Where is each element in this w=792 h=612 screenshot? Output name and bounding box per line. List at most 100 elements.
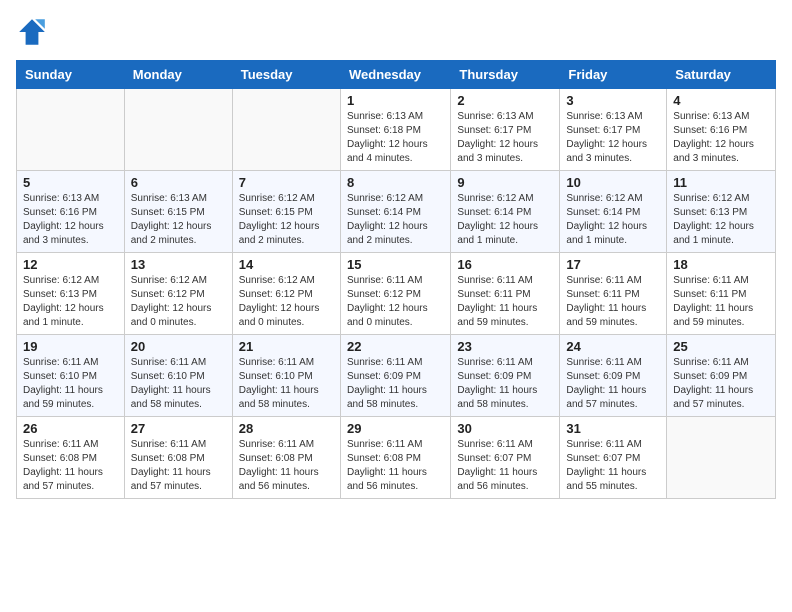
calendar-cell (232, 89, 340, 171)
day-number: 12 (23, 257, 118, 272)
day-number: 15 (347, 257, 444, 272)
calendar-cell: 18 Sunrise: 6:11 AM Sunset: 6:11 PM Dayli… (667, 253, 776, 335)
calendar-week-row: 26 Sunrise: 6:11 AM Sunset: 6:08 PM Dayli… (17, 417, 776, 499)
day-info: Sunrise: 6:12 AM Sunset: 6:14 PM Dayligh… (457, 192, 553, 248)
day-info: Sunrise: 6:11 AM Sunset: 6:09 PM Dayligh… (673, 356, 769, 412)
calendar-cell (17, 89, 125, 171)
day-number: 27 (131, 421, 226, 436)
weekday-header-saturday: Saturday (667, 61, 776, 89)
calendar-cell (124, 89, 232, 171)
calendar-cell: 28 Sunrise: 6:11 AM Sunset: 6:08 PM Dayli… (232, 417, 340, 499)
day-info: Sunrise: 6:11 AM Sunset: 6:10 PM Dayligh… (239, 356, 334, 412)
day-number: 9 (457, 175, 553, 190)
calendar-cell: 5 Sunrise: 6:13 AM Sunset: 6:16 PM Daylig… (17, 171, 125, 253)
day-info: Sunrise: 6:11 AM Sunset: 6:08 PM Dayligh… (239, 438, 334, 494)
calendar-cell: 30 Sunrise: 6:11 AM Sunset: 6:07 PM Dayli… (451, 417, 560, 499)
day-info: Sunrise: 6:11 AM Sunset: 6:12 PM Dayligh… (347, 274, 444, 330)
calendar-cell: 24 Sunrise: 6:11 AM Sunset: 6:09 PM Dayli… (560, 335, 667, 417)
day-number: 10 (566, 175, 660, 190)
day-number: 11 (673, 175, 769, 190)
calendar-cell: 14 Sunrise: 6:12 AM Sunset: 6:12 PM Dayli… (232, 253, 340, 335)
page-header (16, 16, 776, 48)
calendar-cell: 13 Sunrise: 6:12 AM Sunset: 6:12 PM Dayli… (124, 253, 232, 335)
day-info: Sunrise: 6:12 AM Sunset: 6:12 PM Dayligh… (131, 274, 226, 330)
day-info: Sunrise: 6:13 AM Sunset: 6:16 PM Dayligh… (23, 192, 118, 248)
calendar-cell: 20Sunrise: 6:11 AM Sunset: 6:10 PM Dayli… (124, 335, 232, 417)
day-number: 1 (347, 93, 444, 108)
day-info: Sunrise: 6:11 AM Sunset: 6:09 PM Dayligh… (347, 356, 444, 412)
day-info: Sunrise: 6:12 AM Sunset: 6:14 PM Dayligh… (566, 192, 660, 248)
calendar-cell: 31 Sunrise: 6:11 AM Sunset: 6:07 PM Dayli… (560, 417, 667, 499)
day-number: 13 (131, 257, 226, 272)
calendar-cell: 7 Sunrise: 6:12 AM Sunset: 6:15 PM Daylig… (232, 171, 340, 253)
calendar-cell: 4 Sunrise: 6:13 AM Sunset: 6:16 PM Daylig… (667, 89, 776, 171)
day-number: 14 (239, 257, 334, 272)
day-number: 28 (239, 421, 334, 436)
day-info: Sunrise: 6:13 AM Sunset: 6:16 PM Dayligh… (673, 110, 769, 166)
day-number: 29 (347, 421, 444, 436)
calendar-week-row: 1 Sunrise: 6:13 AM Sunset: 6:18 PM Daylig… (17, 89, 776, 171)
day-number: 17 (566, 257, 660, 272)
calendar-cell: 6 Sunrise: 6:13 AM Sunset: 6:15 PM Daylig… (124, 171, 232, 253)
day-info: Sunrise: 6:12 AM Sunset: 6:12 PM Dayligh… (239, 274, 334, 330)
day-info: Sunrise: 6:11 AM Sunset: 6:11 PM Dayligh… (457, 274, 553, 330)
calendar-cell: 25 Sunrise: 6:11 AM Sunset: 6:09 PM Dayli… (667, 335, 776, 417)
day-number: 4 (673, 93, 769, 108)
day-info: Sunrise: 6:11 AM Sunset: 6:11 PM Dayligh… (673, 274, 769, 330)
day-number: 26 (23, 421, 118, 436)
calendar-cell: 26Sunrise: 6:11 AM Sunset: 6:08 PM Dayli… (17, 417, 125, 499)
calendar-week-row: 5 Sunrise: 6:13 AM Sunset: 6:16 PM Daylig… (17, 171, 776, 253)
day-number: 2 (457, 93, 553, 108)
day-number: 19 (23, 339, 118, 354)
day-number: 7 (239, 175, 334, 190)
day-number: 24 (566, 339, 660, 354)
day-info: Sunrise: 6:11 AM Sunset: 6:09 PM Dayligh… (457, 356, 553, 412)
weekday-header-friday: Friday (560, 61, 667, 89)
day-number: 6 (131, 175, 226, 190)
day-number: 30 (457, 421, 553, 436)
logo (16, 16, 52, 48)
calendar-cell: 19 Sunrise: 6:11 AM Sunset: 6:10 PM Dayli… (17, 335, 125, 417)
calendar-cell: 3 Sunrise: 6:13 AM Sunset: 6:17 PM Daylig… (560, 89, 667, 171)
day-info: Sunrise: 6:11 AM Sunset: 6:10 PM Dayligh… (23, 356, 118, 412)
day-number: 18 (673, 257, 769, 272)
day-number: 21 (239, 339, 334, 354)
day-info: Sunrise: 6:11 AM Sunset: 6:08 PM Dayligh… (347, 438, 444, 494)
day-number: 3 (566, 93, 660, 108)
day-number: 16 (457, 257, 553, 272)
calendar-week-row: 12 Sunrise: 6:12 AM Sunset: 6:13 PM Dayli… (17, 253, 776, 335)
day-info: Sunrise: 6:12 AM Sunset: 6:15 PM Dayligh… (239, 192, 334, 248)
day-number: 22 (347, 339, 444, 354)
calendar-table: SundayMondayTuesdayWednesdayThursdayFrid… (16, 60, 776, 499)
day-info: Sunrise: 6:13 AM Sunset: 6:15 PM Dayligh… (131, 192, 226, 248)
day-number: 5 (23, 175, 118, 190)
calendar-cell (667, 417, 776, 499)
day-info: Sunrise: 6:13 AM Sunset: 6:17 PM Dayligh… (457, 110, 553, 166)
day-info: Sunrise: 6:11 AM Sunset: 6:09 PM Dayligh… (566, 356, 660, 412)
weekday-header-tuesday: Tuesday (232, 61, 340, 89)
day-number: 8 (347, 175, 444, 190)
day-info: Sunrise: 6:13 AM Sunset: 6:18 PM Dayligh… (347, 110, 444, 166)
calendar-cell: 11 Sunrise: 6:12 AM Sunset: 6:13 PM Dayli… (667, 171, 776, 253)
weekday-header-monday: Monday (124, 61, 232, 89)
day-number: 23 (457, 339, 553, 354)
day-number: 25 (673, 339, 769, 354)
day-info: Sunrise: 6:13 AM Sunset: 6:17 PM Dayligh… (566, 110, 660, 166)
weekday-header-thursday: Thursday (451, 61, 560, 89)
day-info: Sunrise: 6:12 AM Sunset: 6:13 PM Dayligh… (23, 274, 118, 330)
logo-icon (16, 16, 48, 48)
calendar-cell: 21 Sunrise: 6:11 AM Sunset: 6:10 PM Dayli… (232, 335, 340, 417)
weekday-header-wednesday: Wednesday (340, 61, 450, 89)
day-info: Sunrise: 6:11 AM Sunset: 6:07 PM Dayligh… (566, 438, 660, 494)
calendar-cell: 15 Sunrise: 6:11 AM Sunset: 6:12 PM Dayli… (340, 253, 450, 335)
weekday-header-sunday: Sunday (17, 61, 125, 89)
calendar-cell: 16 Sunrise: 6:11 AM Sunset: 6:11 PM Dayli… (451, 253, 560, 335)
day-info: Sunrise: 6:12 AM Sunset: 6:13 PM Dayligh… (673, 192, 769, 248)
day-info: Sunrise: 6:11 AM Sunset: 6:07 PM Dayligh… (457, 438, 553, 494)
day-number: 31 (566, 421, 660, 436)
day-info: Sunrise: 6:11 AM Sunset: 6:08 PM Dayligh… (131, 438, 226, 494)
calendar-cell: 27 Sunrise: 6:11 AM Sunset: 6:08 PM Dayli… (124, 417, 232, 499)
calendar-cell: 29 Sunrise: 6:11 AM Sunset: 6:08 PM Dayli… (340, 417, 450, 499)
calendar-week-row: 19 Sunrise: 6:11 AM Sunset: 6:10 PM Dayli… (17, 335, 776, 417)
calendar-cell: 1 Sunrise: 6:13 AM Sunset: 6:18 PM Daylig… (340, 89, 450, 171)
